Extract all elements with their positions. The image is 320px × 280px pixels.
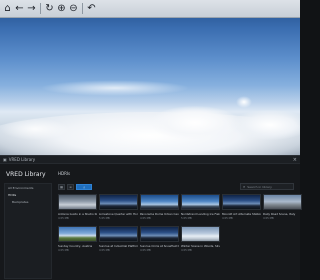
cloud-puff	[230, 110, 300, 140]
hdri-size: 4 05 MB	[99, 249, 110, 252]
hdri-size: 4 05 MB	[140, 217, 151, 220]
hdri-thumbnail	[181, 194, 220, 210]
grid-view-button[interactable]: ▦	[58, 183, 65, 190]
home-button[interactable]: ⌂	[2, 2, 13, 16]
sidebar-item-all-environments[interactable]: All Environments	[5, 184, 51, 191]
hdri-size: 4 05 MB	[58, 249, 69, 252]
cloud-wisp	[40, 80, 190, 96]
hdri-title: Sunday Country, Austria	[58, 244, 93, 248]
zoom-in-icon: ⊕	[57, 2, 66, 14]
hdri-thumbnail	[99, 194, 138, 210]
hdri-size: 4 05 MB	[181, 249, 192, 252]
hdri-size: 4 05 MB	[222, 217, 233, 220]
undo-button[interactable]: ↶	[86, 2, 97, 16]
hdri-tile[interactable]: Sunday Country, Austria 4 05 MB	[58, 226, 97, 252]
hdri-tile[interactable]: Limestone Quarter with Horizon5 05 MB	[99, 194, 138, 220]
hdri-size: 4 05 MB	[140, 249, 151, 252]
refresh-button[interactable]: ↻	[44, 2, 55, 16]
search-placeholder: Search in library	[247, 184, 272, 189]
hdri-size: 5 05 MB	[181, 217, 192, 220]
sidebar-item-hdrs[interactable]: HDRs	[5, 191, 51, 198]
hdri-tile[interactable]: Winter Scene in Woods, Silver 4 05 MB	[181, 226, 220, 252]
library-sidebar: All Environments HDRs Backplates	[4, 183, 52, 279]
search-field[interactable]: ⌕ Search in library	[240, 183, 294, 190]
zoom-out-button[interactable]: ⊖	[68, 2, 79, 16]
search-icon: ⌕	[243, 184, 246, 189]
hdri-size: 4 05 MB	[58, 217, 69, 220]
forward-button[interactable]: →	[26, 2, 37, 16]
zoom-out-icon: ⊖	[69, 2, 78, 14]
arrow-left-icon: ←	[15, 2, 24, 14]
toolbar-separator	[40, 3, 41, 14]
hdri-title: Limestone Quarter with Horizon	[99, 212, 138, 216]
render-viewport[interactable]: ⌂ ← → ↻ ⊕ ⊖ ↶	[0, 0, 300, 155]
hdri-thumbnail	[58, 194, 97, 210]
home-icon: ⌂	[4, 2, 11, 14]
cloud-wisp	[0, 118, 70, 140]
hdri-tile[interactable]: Sunrise Circle at Snowfield River4 05 MB	[140, 226, 179, 252]
hdri-title: Moonlit Art Alternate Station	[222, 212, 261, 216]
library-icon: ▣	[3, 157, 7, 162]
download-button[interactable]: ⤓	[76, 183, 92, 190]
hdri-title: Winter Scene in Woods, Silver	[181, 244, 220, 248]
view-controls: ▦ ≡ ⤓	[58, 183, 92, 190]
hdri-size: 4 05 MB	[263, 217, 274, 220]
hdri-tile[interactable]: Daily Road Scene, Italy 4 05 MB	[263, 194, 302, 220]
back-button[interactable]: ←	[14, 2, 25, 16]
library-panel: ▣ VRED Library × VRED Library HDRIs All …	[0, 155, 302, 280]
zoom-in-button[interactable]: ⊕	[56, 2, 67, 16]
cloud-puff	[236, 96, 252, 108]
panel-title-bar[interactable]: ▣ VRED Library ×	[0, 156, 300, 164]
hdri-tile[interactable]: Nordstrand Landing Ice Field 5 05 MB	[181, 194, 220, 220]
refresh-icon: ↻	[45, 2, 54, 14]
hdri-title: Antonia Guido in a Studio Kits	[58, 212, 97, 216]
hdri-tile[interactable]: Antonia Guido in a Studio Kits 4 05 MB	[58, 194, 97, 220]
hdri-size: 5 05 MB	[99, 217, 110, 220]
hdri-title: Nordstrand Landing Ice Field	[181, 212, 220, 216]
close-icon[interactable]: ×	[293, 157, 297, 163]
hdri-thumbnail	[58, 226, 97, 242]
section-heading: HDRIs	[58, 171, 71, 176]
cloud-puff	[150, 106, 240, 140]
hdri-title: Daily Road Scene, Italy	[263, 212, 296, 216]
arrow-right-icon: →	[27, 2, 36, 14]
viewport-toolbar: ⌂ ← → ↻ ⊕ ⊖ ↶	[0, 0, 300, 18]
undo-icon: ↶	[87, 2, 96, 14]
list-view-button[interactable]: ≡	[67, 183, 74, 190]
sidebar-item-backplates[interactable]: Backplates	[5, 198, 51, 205]
hdri-thumbnail	[140, 194, 179, 210]
hdri-tile[interactable]: Moonlit Art Alternate Station 4 05 MB	[222, 194, 261, 220]
hdri-title: Sunrise at Industrial Platform	[99, 244, 138, 248]
hdri-thumbnail	[181, 226, 220, 242]
hdri-tile[interactable]: Sunrise at Industrial Platform 4 05 MB	[99, 226, 138, 252]
library-heading: VRED Library	[6, 171, 46, 178]
hdri-thumbnail	[140, 226, 179, 242]
hdri-thumbnail	[99, 226, 138, 242]
hdri-title: Panorama Dome Urban Center	[140, 212, 179, 216]
hdri-thumbnail	[263, 194, 302, 210]
hdri-thumbnail	[222, 194, 261, 210]
hdri-title: Sunrise Circle at Snowfield River	[140, 244, 179, 248]
toolbar-separator	[82, 3, 83, 14]
panel-window-title: VRED Library	[8, 157, 36, 162]
hdri-tile[interactable]: Panorama Dome Urban Center 4 05 MB	[140, 194, 179, 220]
